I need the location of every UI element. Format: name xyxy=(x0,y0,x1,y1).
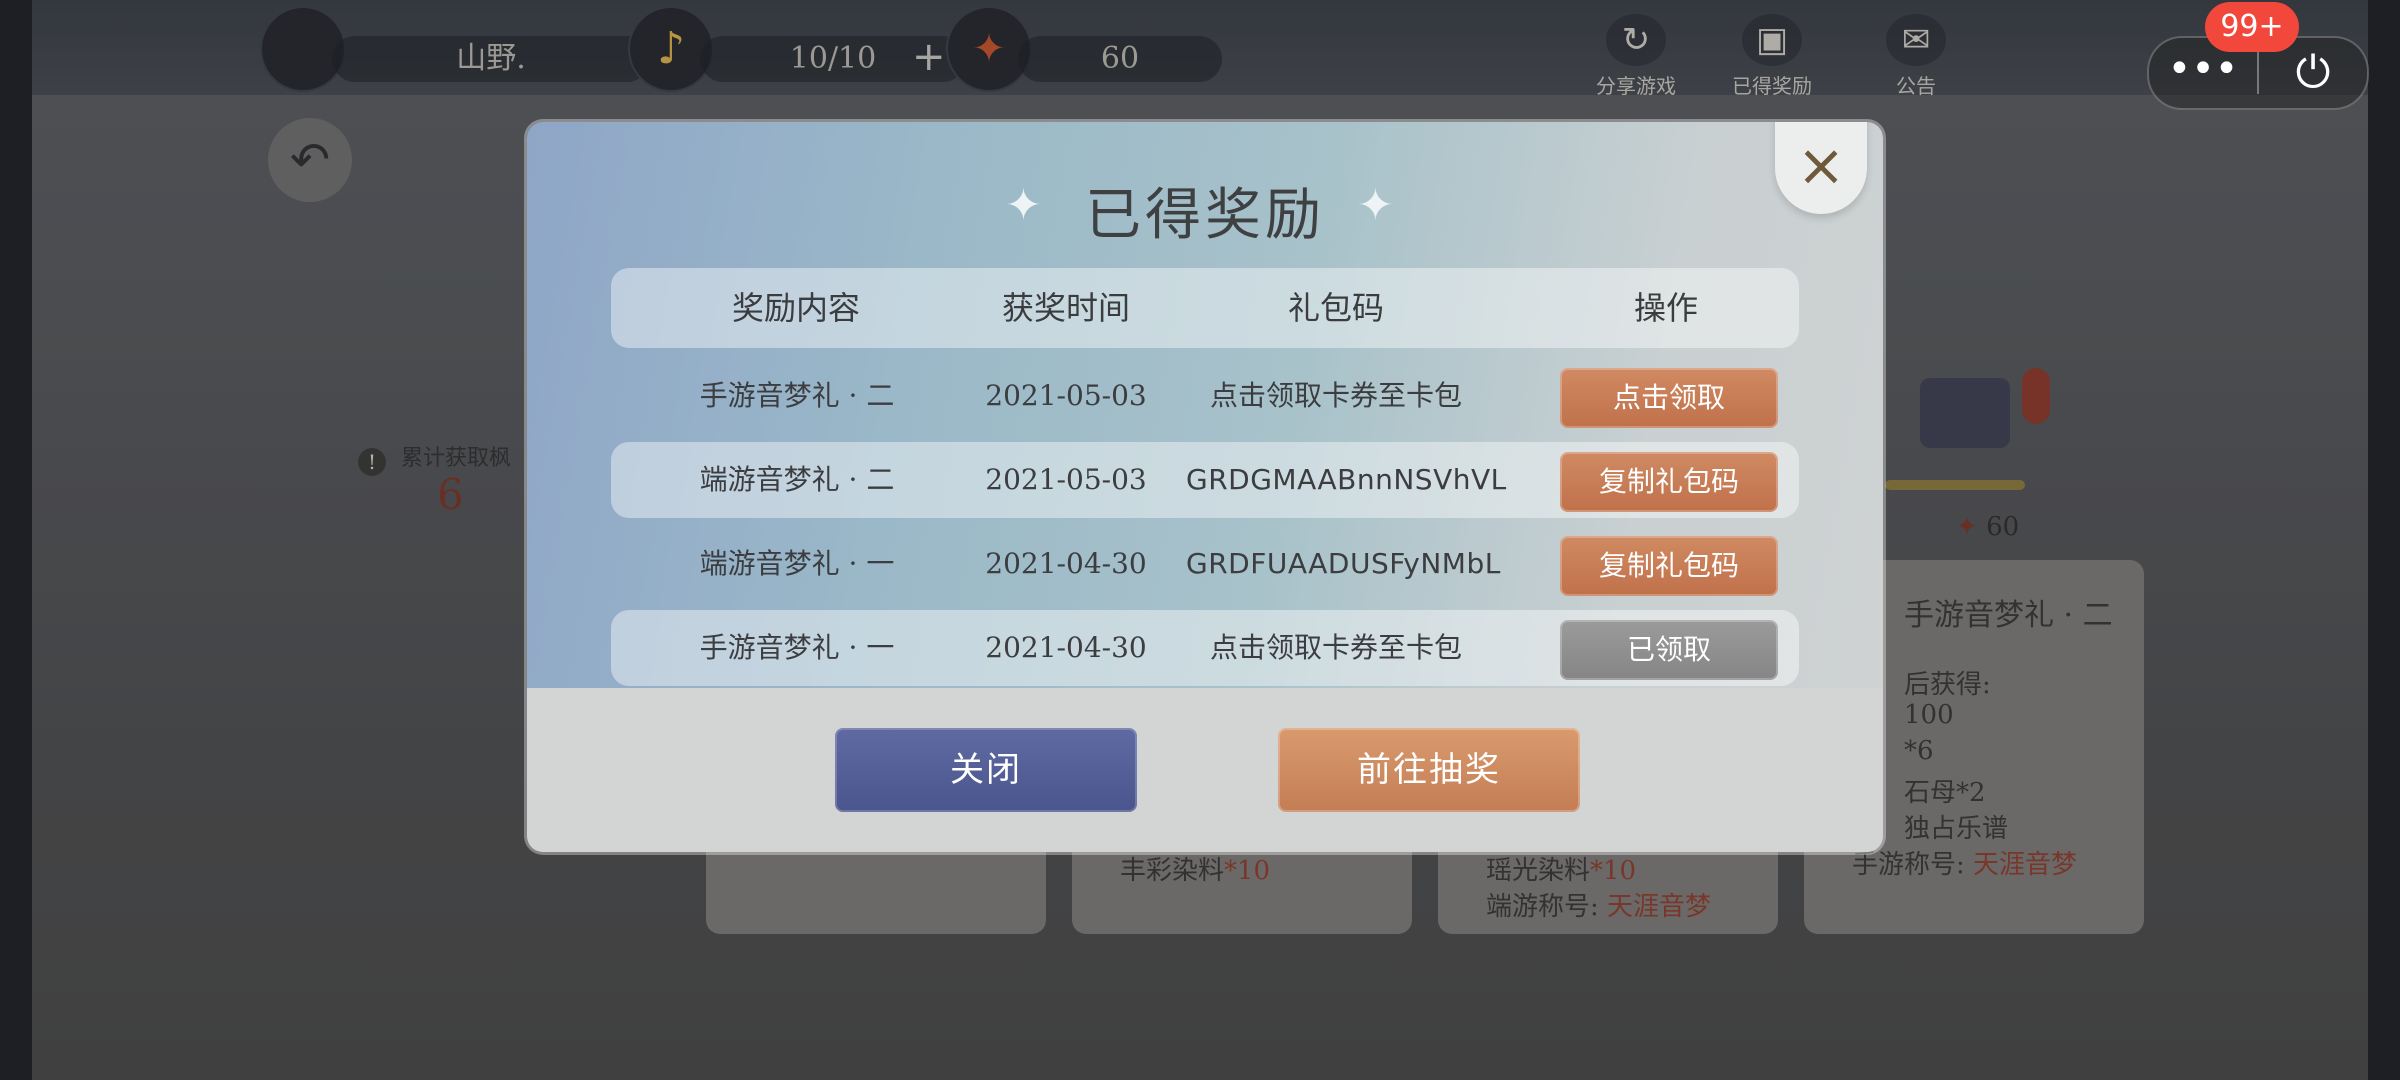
table-row: 端游音梦礼 · 一 2021-04-30 GRDFUAADUSFyNMbL 复制… xyxy=(611,526,1799,602)
gift-code: 点击领取卡券至卡包 xyxy=(1209,379,1462,412)
copy-code-button[interactable]: 复制礼包码 xyxy=(1560,452,1778,512)
sparkle-icon: ✦ xyxy=(1357,180,1394,231)
capsule-divider xyxy=(2257,52,2259,94)
reward-date: 2021-05-03 xyxy=(985,463,1147,496)
gift-code: 点击领取卡券至卡包 xyxy=(1209,631,1462,664)
table-row: 手游音梦礼 · 二 2021-05-03 点击领取卡券至卡包 点击领取 xyxy=(611,358,1799,434)
close-icon[interactable]: × xyxy=(1775,122,1867,214)
claimed-status: 已领取 xyxy=(1560,620,1778,680)
dialog-title: 已得奖励 xyxy=(1085,183,1325,248)
table-row: 端游音梦礼 · 二 2021-05-03 GRDGMAABnnNSVhVL 复制… xyxy=(611,442,1799,518)
reward-content: 端游音梦礼 · 一 xyxy=(699,547,895,580)
rewards-dialog: ✦ 已得奖励 ✦ × 奖励内容 获奖时间 礼包码 操作 手游音梦礼 · 二 20… xyxy=(527,122,1883,852)
close-button[interactable]: 关闭 xyxy=(835,728,1137,812)
reward-date: 2021-05-03 xyxy=(985,379,1147,412)
gift-code: GRDFUAADUSFyNMbL xyxy=(1186,547,1501,580)
dialog-footer xyxy=(527,688,1883,852)
table-header: 奖励内容 获奖时间 礼包码 操作 xyxy=(611,268,1799,348)
gift-code: GRDGMAABnnNSVhVL xyxy=(1186,463,1507,496)
reward-content: 手游音梦礼 · 一 xyxy=(699,631,895,664)
reward-date: 2021-04-30 xyxy=(985,631,1147,664)
copy-code-button[interactable]: 复制礼包码 xyxy=(1560,536,1778,596)
header-date: 获奖时间 xyxy=(1001,289,1130,327)
reward-date: 2021-04-30 xyxy=(985,547,1147,580)
header-content: 奖励内容 xyxy=(731,289,860,327)
notification-badge: 99+ xyxy=(2205,2,2299,52)
table-row: 手游音梦礼 · 一 2021-04-30 点击领取卡券至卡包 已领取 xyxy=(611,610,1799,686)
claim-button[interactable]: 点击领取 xyxy=(1560,368,1778,428)
go-to-draw-button[interactable]: 前往抽奖 xyxy=(1278,728,1580,812)
header-action: 操作 xyxy=(1633,289,1698,327)
header-code: 礼包码 xyxy=(1287,289,1384,327)
reward-content: 手游音梦礼 · 二 xyxy=(699,379,895,412)
reward-content: 端游音梦礼 · 二 xyxy=(699,463,895,496)
